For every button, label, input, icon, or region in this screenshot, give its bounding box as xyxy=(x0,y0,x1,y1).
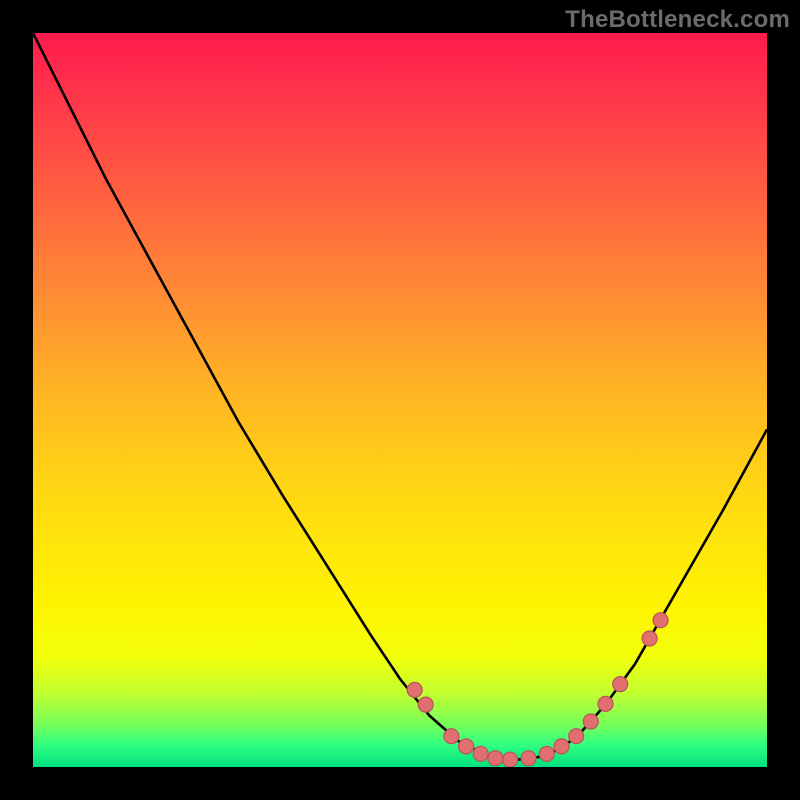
chart-frame: TheBottleneck.com xyxy=(0,0,800,800)
watermark-text: TheBottleneck.com xyxy=(565,6,790,34)
plot-gradient-background xyxy=(33,33,767,767)
